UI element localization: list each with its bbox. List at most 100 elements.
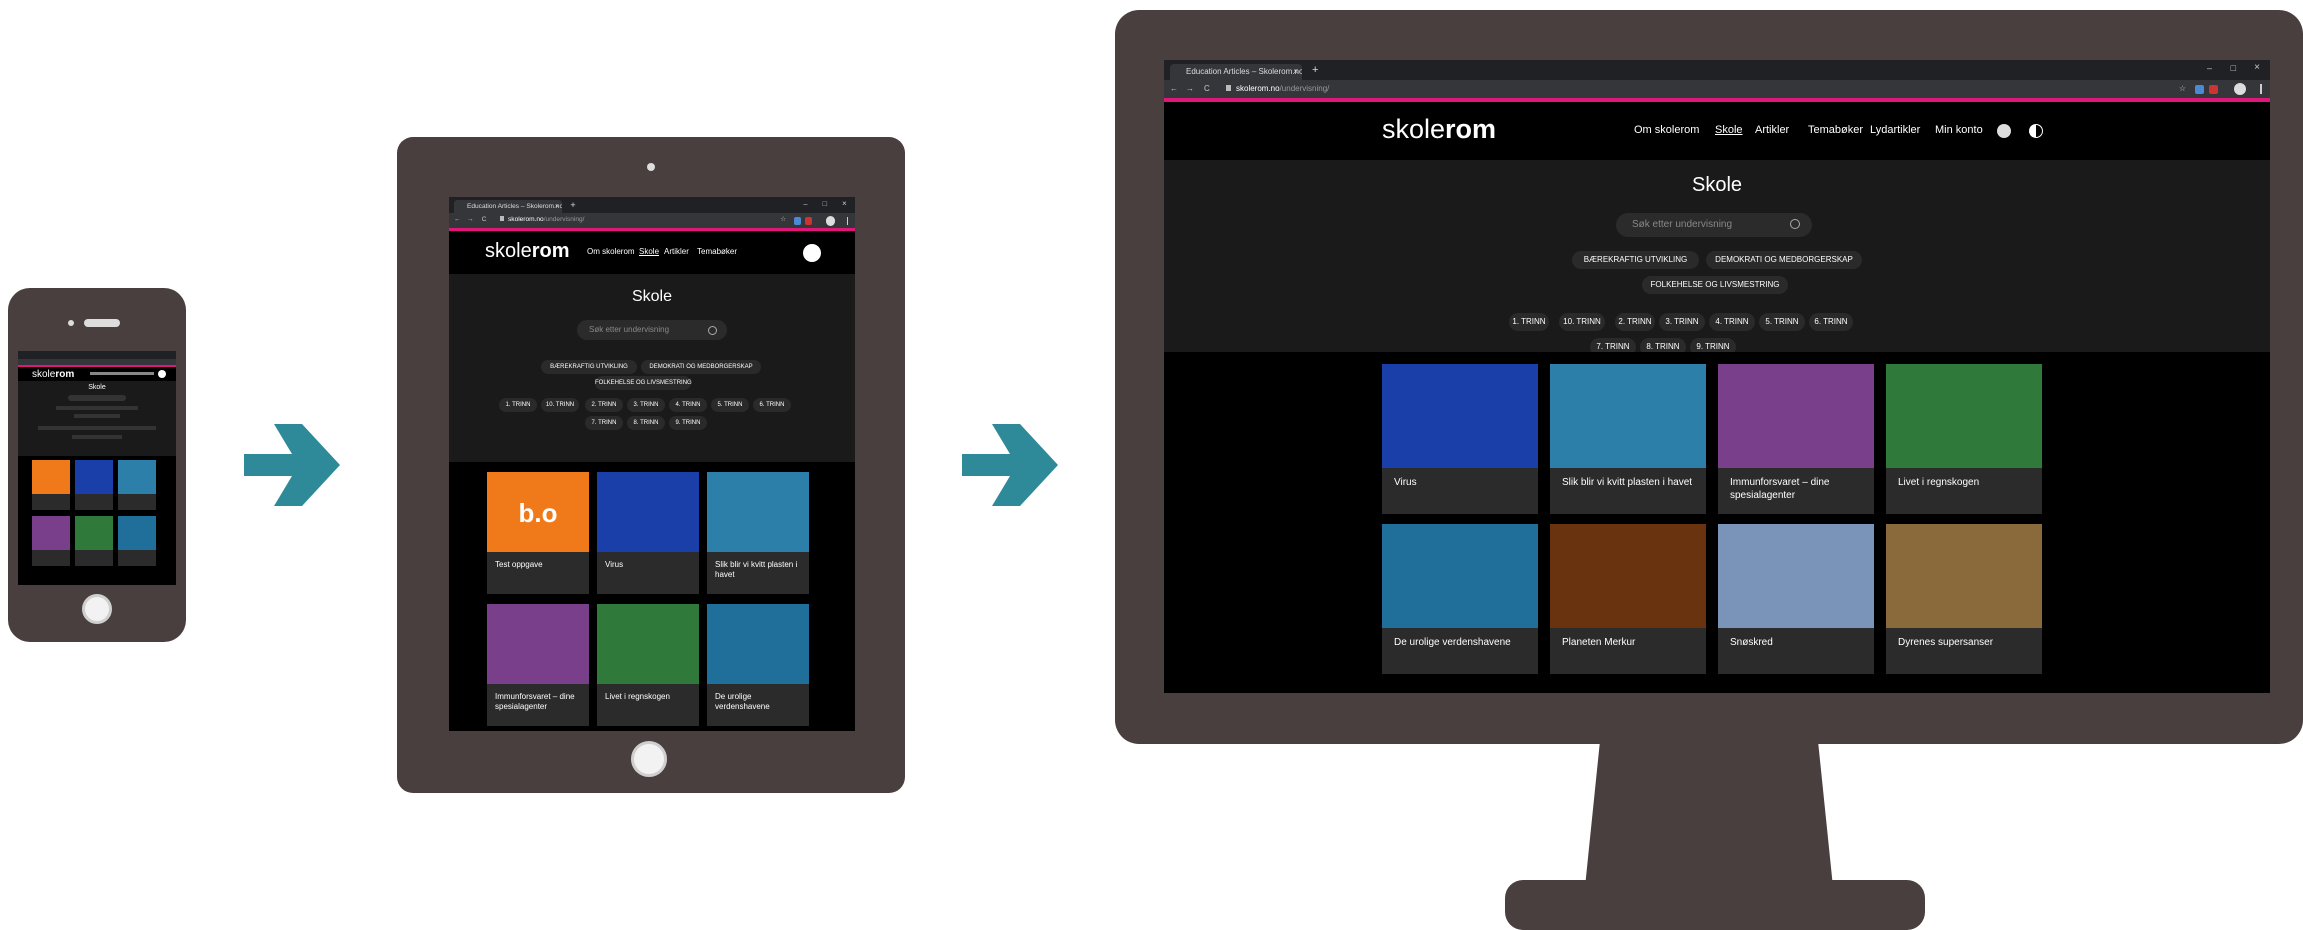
- card-thumb[interactable]: [75, 516, 113, 550]
- card-image[interactable]: [1550, 364, 1706, 468]
- card-title[interactable]: Immunforsvaret – dine spesialagenter: [495, 692, 581, 712]
- card-title[interactable]: Livet i regnskogen: [1898, 476, 2030, 489]
- site-logo[interactable]: skolerom: [32, 369, 74, 380]
- address-bar[interactable]: skolerom.no/undervisning/: [1226, 80, 1329, 98]
- card-image[interactable]: [1382, 364, 1538, 468]
- article-card[interactable]: Immunforsvaret – dine spesialagenter: [1718, 364, 1874, 514]
- extension-icon[interactable]: [805, 217, 813, 225]
- star-icon[interactable]: ☆: [780, 213, 786, 228]
- card-title[interactable]: Slik blir vi kvitt plasten i havet: [715, 560, 801, 580]
- article-card[interactable]: Immunforsvaret – dine spesialagenter: [487, 604, 589, 726]
- maximize-icon[interactable]: □: [2231, 63, 2236, 73]
- topic-tag[interactable]: DEMOKRATI OG MEDBORGERSKAP: [641, 360, 761, 374]
- close-window-icon[interactable]: ×: [842, 199, 847, 208]
- back-icon[interactable]: ←: [1170, 80, 1178, 98]
- article-card[interactable]: Slik blir vi kvitt plasten i havet: [1550, 364, 1706, 514]
- nav-link[interactable]: Artikler: [1755, 124, 1789, 136]
- nav-link[interactable]: Skole: [639, 247, 659, 256]
- card-image[interactable]: [1886, 524, 2042, 628]
- card-title[interactable]: Virus: [605, 560, 691, 570]
- browser-tab[interactable]: Education Articles – Skolerom.no ×: [453, 200, 563, 214]
- address-bar[interactable]: skolerom.no/undervisning/: [499, 213, 584, 228]
- article-card[interactable]: Planeten Merkur: [1550, 524, 1706, 674]
- profile-avatar[interactable]: [825, 215, 836, 226]
- browser-menu-icon[interactable]: [2260, 84, 2262, 94]
- search-icon[interactable]: [1790, 219, 1800, 229]
- card-image[interactable]: [487, 604, 589, 684]
- card-title[interactable]: De urolige verdenshavene: [1394, 636, 1526, 649]
- topic-tag[interactable]: BÆREKRAFTIG UTVIKLING: [1572, 251, 1699, 269]
- article-card[interactable]: Slik blir vi kvitt plasten i havet: [707, 472, 809, 594]
- card-thumb[interactable]: [75, 460, 113, 494]
- back-icon[interactable]: ←: [454, 213, 461, 228]
- browser-menu-icon[interactable]: [846, 216, 849, 225]
- grade-tag[interactable]: 3. TRINN: [1659, 313, 1705, 331]
- browser-tab[interactable]: Education Articles – Skolerom.no ×: [1170, 64, 1302, 80]
- card-image[interactable]: [1550, 524, 1706, 628]
- article-card[interactable]: Livet i regnskogen: [597, 604, 699, 726]
- close-window-icon[interactable]: ×: [2254, 62, 2260, 73]
- search-icon[interactable]: [708, 326, 717, 335]
- topic-tags[interactable]: [56, 406, 138, 410]
- card-image[interactable]: b.o: [487, 472, 589, 552]
- card-image[interactable]: [1718, 524, 1874, 628]
- nav-link[interactable]: Min konto: [1935, 124, 1983, 136]
- search-input[interactable]: Søk etter undervisning: [577, 320, 727, 340]
- card-thumb[interactable]: [32, 516, 70, 550]
- reload-icon[interactable]: C: [482, 213, 487, 228]
- card-title[interactable]: Planeten Merkur: [1562, 636, 1694, 649]
- grade-tag[interactable]: 10. TRINN: [541, 398, 579, 412]
- site-logo[interactable]: skolerom: [485, 240, 570, 263]
- new-tab-icon[interactable]: +: [1312, 64, 1318, 76]
- card-image[interactable]: [597, 604, 699, 684]
- grade-tag[interactable]: 5. TRINN: [1759, 313, 1805, 331]
- article-card[interactable]: Virus: [597, 472, 699, 594]
- minimize-icon[interactable]: –: [2207, 63, 2212, 73]
- grade-tag[interactable]: 6. TRINN: [753, 398, 791, 412]
- grade-tag[interactable]: 1. TRINN: [499, 398, 537, 412]
- profile-avatar[interactable]: [2234, 83, 2246, 95]
- menu-button[interactable]: [158, 370, 166, 378]
- forward-icon[interactable]: →: [467, 213, 474, 228]
- article-card[interactable]: Virus: [1382, 364, 1538, 514]
- tablet-home-button[interactable]: [631, 741, 667, 777]
- reload-icon[interactable]: C: [1204, 80, 1210, 98]
- forward-icon[interactable]: →: [1186, 80, 1194, 98]
- article-card[interactable]: Livet i regnskogen: [1886, 364, 2042, 514]
- nav-link[interactable]: Om skolerom: [1634, 124, 1699, 136]
- grade-tag[interactable]: 5. TRINN: [711, 398, 749, 412]
- card-title[interactable]: Slik blir vi kvitt plasten i havet: [1562, 476, 1694, 489]
- card-title[interactable]: Test oppgave: [495, 560, 581, 570]
- card-title[interactable]: Dyrenes supersanser: [1898, 636, 2030, 649]
- topic-tags[interactable]: [74, 414, 120, 418]
- nav-link[interactable]: Temabøker: [1808, 124, 1863, 136]
- extension-icon[interactable]: [2195, 85, 2204, 94]
- star-icon[interactable]: ☆: [2179, 80, 2186, 98]
- grade-tag[interactable]: 3. TRINN: [627, 398, 665, 412]
- card-title[interactable]: De urolige verdenshavene: [715, 692, 801, 712]
- tab-close-icon[interactable]: ×: [555, 200, 559, 213]
- user-avatar-icon[interactable]: [1997, 124, 2011, 138]
- extension-icon[interactable]: [793, 217, 801, 225]
- grade-tag[interactable]: 8. TRINN: [627, 416, 665, 430]
- grade-tags[interactable]: [38, 426, 156, 430]
- site-logo[interactable]: skolerom: [1382, 114, 1496, 145]
- card-image[interactable]: [1718, 364, 1874, 468]
- nav-link[interactable]: Temabøker: [697, 247, 737, 256]
- minimize-icon[interactable]: –: [803, 199, 807, 208]
- grade-tag[interactable]: 7. TRINN: [585, 416, 623, 430]
- grade-tags[interactable]: [72, 435, 122, 439]
- nav-link[interactable]: Om skolerom: [587, 247, 635, 256]
- grade-tag[interactable]: 4. TRINN: [669, 398, 707, 412]
- maximize-icon[interactable]: □: [823, 199, 827, 208]
- grade-tag[interactable]: 1. TRINN: [1509, 313, 1549, 331]
- grade-tag[interactable]: 2. TRINN: [585, 398, 623, 412]
- card-title[interactable]: Immunforsvaret – dine spesialagenter: [1730, 476, 1862, 502]
- nav-link[interactable]: Lydartikler: [1870, 124, 1920, 136]
- topic-tag[interactable]: BÆREKRAFTIG UTVIKLING: [541, 360, 637, 374]
- card-image[interactable]: [707, 604, 809, 684]
- tab-close-icon[interactable]: ×: [1293, 64, 1298, 80]
- nav-link[interactable]: Artikler: [664, 247, 689, 256]
- grade-tag[interactable]: 10. TRINN: [1559, 313, 1605, 331]
- article-card[interactable]: De urolige verdenshavene: [1382, 524, 1538, 674]
